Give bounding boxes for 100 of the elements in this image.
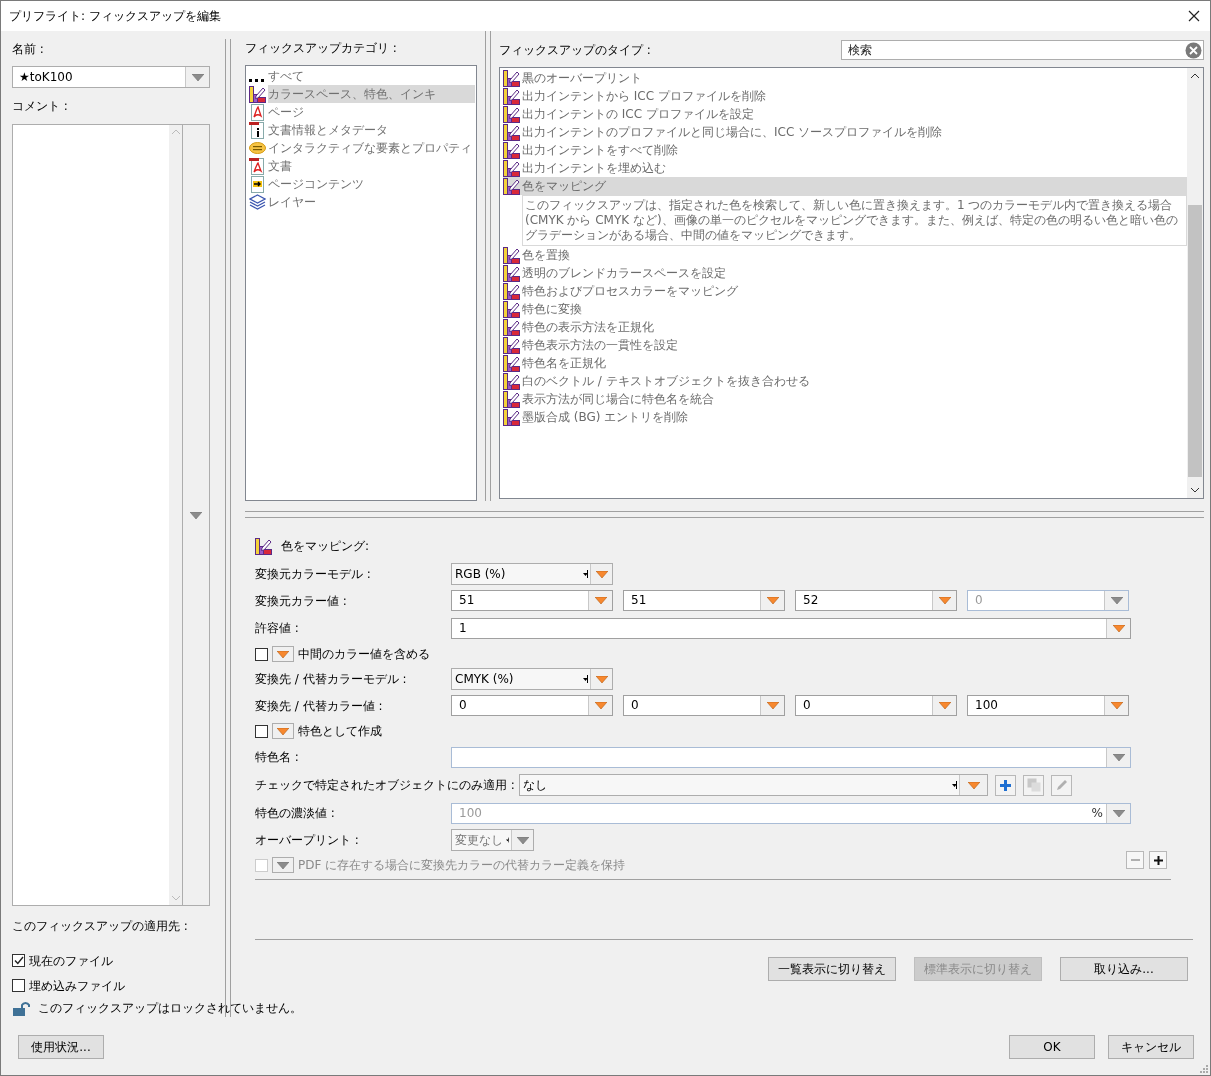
layers-icon [249,193,266,211]
caret-icon [191,73,204,81]
value-combo-field[interactable]: 100 [967,695,1129,716]
type-item[interactable]: 墨版合成 (BG) エントリを削除 [503,408,1187,426]
category-item[interactable]: インタラクティブな要素とプロパティ [268,139,475,157]
caret-icon [766,597,779,604]
type-item[interactable]: 特色に変換 [503,300,1187,318]
dropdown-button[interactable] [588,591,612,610]
unit-label: % [1090,804,1104,822]
scroll-up-icon [1191,73,1199,78]
category-item[interactable]: カラースペース、特色、インキ [268,85,475,103]
value-combo-field[interactable]: 0 [795,695,957,716]
add-button[interactable] [1149,851,1167,869]
caret-icon [277,861,289,869]
type-description: このフィックスアップは、指定された色を検索して、新しい色に置き換えます。1 つのカラーモデル内で置き換える場合 (CMYK から CMYK など)、画像の単一のピクセルをマッピングできます。また、例えば、特定の色の明るい色と暗い色のグラデーションがある場合、中間の値をマッピングできます。 [522,195,1187,246]
value-combo-field[interactable]: 51 [623,590,785,611]
type-item[interactable]: 色をマッピング [503,177,1187,195]
category-item[interactable]: ページコンテンツ [268,175,475,193]
panel-button[interactable]: 取り込み... [1060,957,1188,981]
pdf-page-icon [249,103,266,121]
splitter-bar[interactable] [245,511,1204,518]
category-item[interactable]: 文書 [268,157,475,175]
panel-button[interactable]: 一覧表示に切り替え [768,957,896,981]
caret-icon [952,781,957,789]
condition-dropdown[interactable]: なし [518,774,988,796]
type-item[interactable]: 出力インテントから ICC プロファイルを削除 [503,87,1187,105]
color-swatch-pencil-icon [503,354,520,372]
splitter-bar[interactable] [485,31,491,501]
type-item[interactable]: 特色およびプロセスカラーをマッピング [503,282,1187,300]
model-dropdown[interactable]: CMYK (%) [451,668,613,690]
value-combo-field[interactable]: 0 [623,695,785,716]
dropdown-button[interactable] [760,696,784,715]
color-swatch-pencil-icon [503,141,520,159]
checkbox[interactable] [12,954,25,967]
category-item[interactable]: 文書情報とメタデータ [268,121,475,139]
field-label: オーバープリント : [255,833,359,847]
color-swatch-pencil-icon [255,537,272,555]
category-item[interactable]: すべて [268,67,475,85]
dropdown-button[interactable] [590,564,612,584]
dialog-button[interactable]: OK [1009,1035,1095,1059]
options-dropdown-button[interactable] [272,857,294,873]
usage-button[interactable]: 使用状況... [18,1035,104,1059]
field-label: 変換先 / 代替カラー値 : [255,698,383,713]
dropdown-button[interactable] [932,696,956,715]
resize-grip-icon[interactable] [1200,1065,1208,1073]
caret-icon [595,570,608,578]
checkbox-label: 埋め込みファイル [29,977,125,995]
checkbox-label: 中間のカラー値を含める [298,646,430,663]
value-combo-field[interactable]: 51 [451,590,613,611]
dropdown-button[interactable] [590,669,612,689]
scrollbar-thumb[interactable] [1188,205,1202,477]
category-item[interactable]: ページ [268,103,475,121]
dropdown-button[interactable] [185,67,209,87]
type-item[interactable]: 透明のブレンドカラースペースを設定 [503,264,1187,282]
dropdown-button[interactable] [760,591,784,610]
name-dropdown[interactable]: ★toK100 [12,66,210,88]
search-field[interactable]: 検索 [841,40,1204,60]
close-button[interactable] [1186,8,1202,24]
field-label: 許容値 : [255,621,299,635]
section-label: フィックスアップカテゴリ : [245,41,397,55]
type-item[interactable]: 出力インテントのプロファイルと同じ場合に、ICC ソースプロファイルを削除 [503,123,1187,141]
page-content-icon [249,175,266,193]
dialog-button[interactable]: キャンセル [1108,1035,1194,1059]
copy-icon [1026,778,1041,792]
pencil-icon [1054,778,1069,792]
scrollbar[interactable] [1187,68,1203,498]
type-item[interactable]: 白のベクトル / テキストオブジェクトを抜き合わせる [503,372,1187,390]
editor-title: 色をマッピング: [281,538,370,555]
type-item[interactable]: 色を置換 [503,246,1187,264]
type-item[interactable]: 特色表示方法の一貫性を設定 [503,336,1187,354]
type-item[interactable]: 出力インテントの ICC プロファイルを設定 [503,105,1187,123]
model-dropdown[interactable]: RGB (%) [451,563,613,585]
dropdown-button[interactable] [588,696,612,715]
color-swatch-pencil-icon [503,372,520,390]
field-label: チェックで特定されたオブジェクトにのみ適用 : [255,778,515,792]
checkbox[interactable] [12,979,25,992]
category-item[interactable]: レイヤー [268,193,475,211]
dropdown-button[interactable] [959,775,987,795]
checkbox[interactable] [255,724,268,738]
caret-icon [1112,809,1125,817]
field-label: コメント : [12,98,68,115]
type-item[interactable]: 特色の表示方法を正規化 [503,318,1187,336]
value-combo-field[interactable]: 52 [795,590,957,611]
dropdown-button[interactable] [1104,696,1128,715]
field-label: 変換先 / 代替カラーモデル : [255,672,407,686]
dropdown-button[interactable] [1106,618,1130,638]
type-item[interactable]: 特色名を正規化 [503,354,1187,372]
type-item[interactable]: 出力インテントを埋め込む [503,159,1187,177]
section-label: このフィックスアップの適用先 : [12,918,188,935]
value-combo-field[interactable]: 0 [451,695,613,716]
type-item[interactable]: 黒のオーバープリント [503,69,1187,87]
dropdown-button[interactable] [932,591,956,610]
clear-icon[interactable] [1185,41,1202,59]
checkbox-label: 現在のファイル [29,952,113,970]
checkbox[interactable] [255,647,268,661]
type-item[interactable]: 表示方法が同じ場合に特色名を統合 [503,390,1187,408]
caret-icon [938,702,951,709]
type-item[interactable]: 出力インテントをすべて削除 [503,141,1187,159]
value-combo-field[interactable]: 1 [451,617,1131,639]
caret-icon [516,836,529,844]
